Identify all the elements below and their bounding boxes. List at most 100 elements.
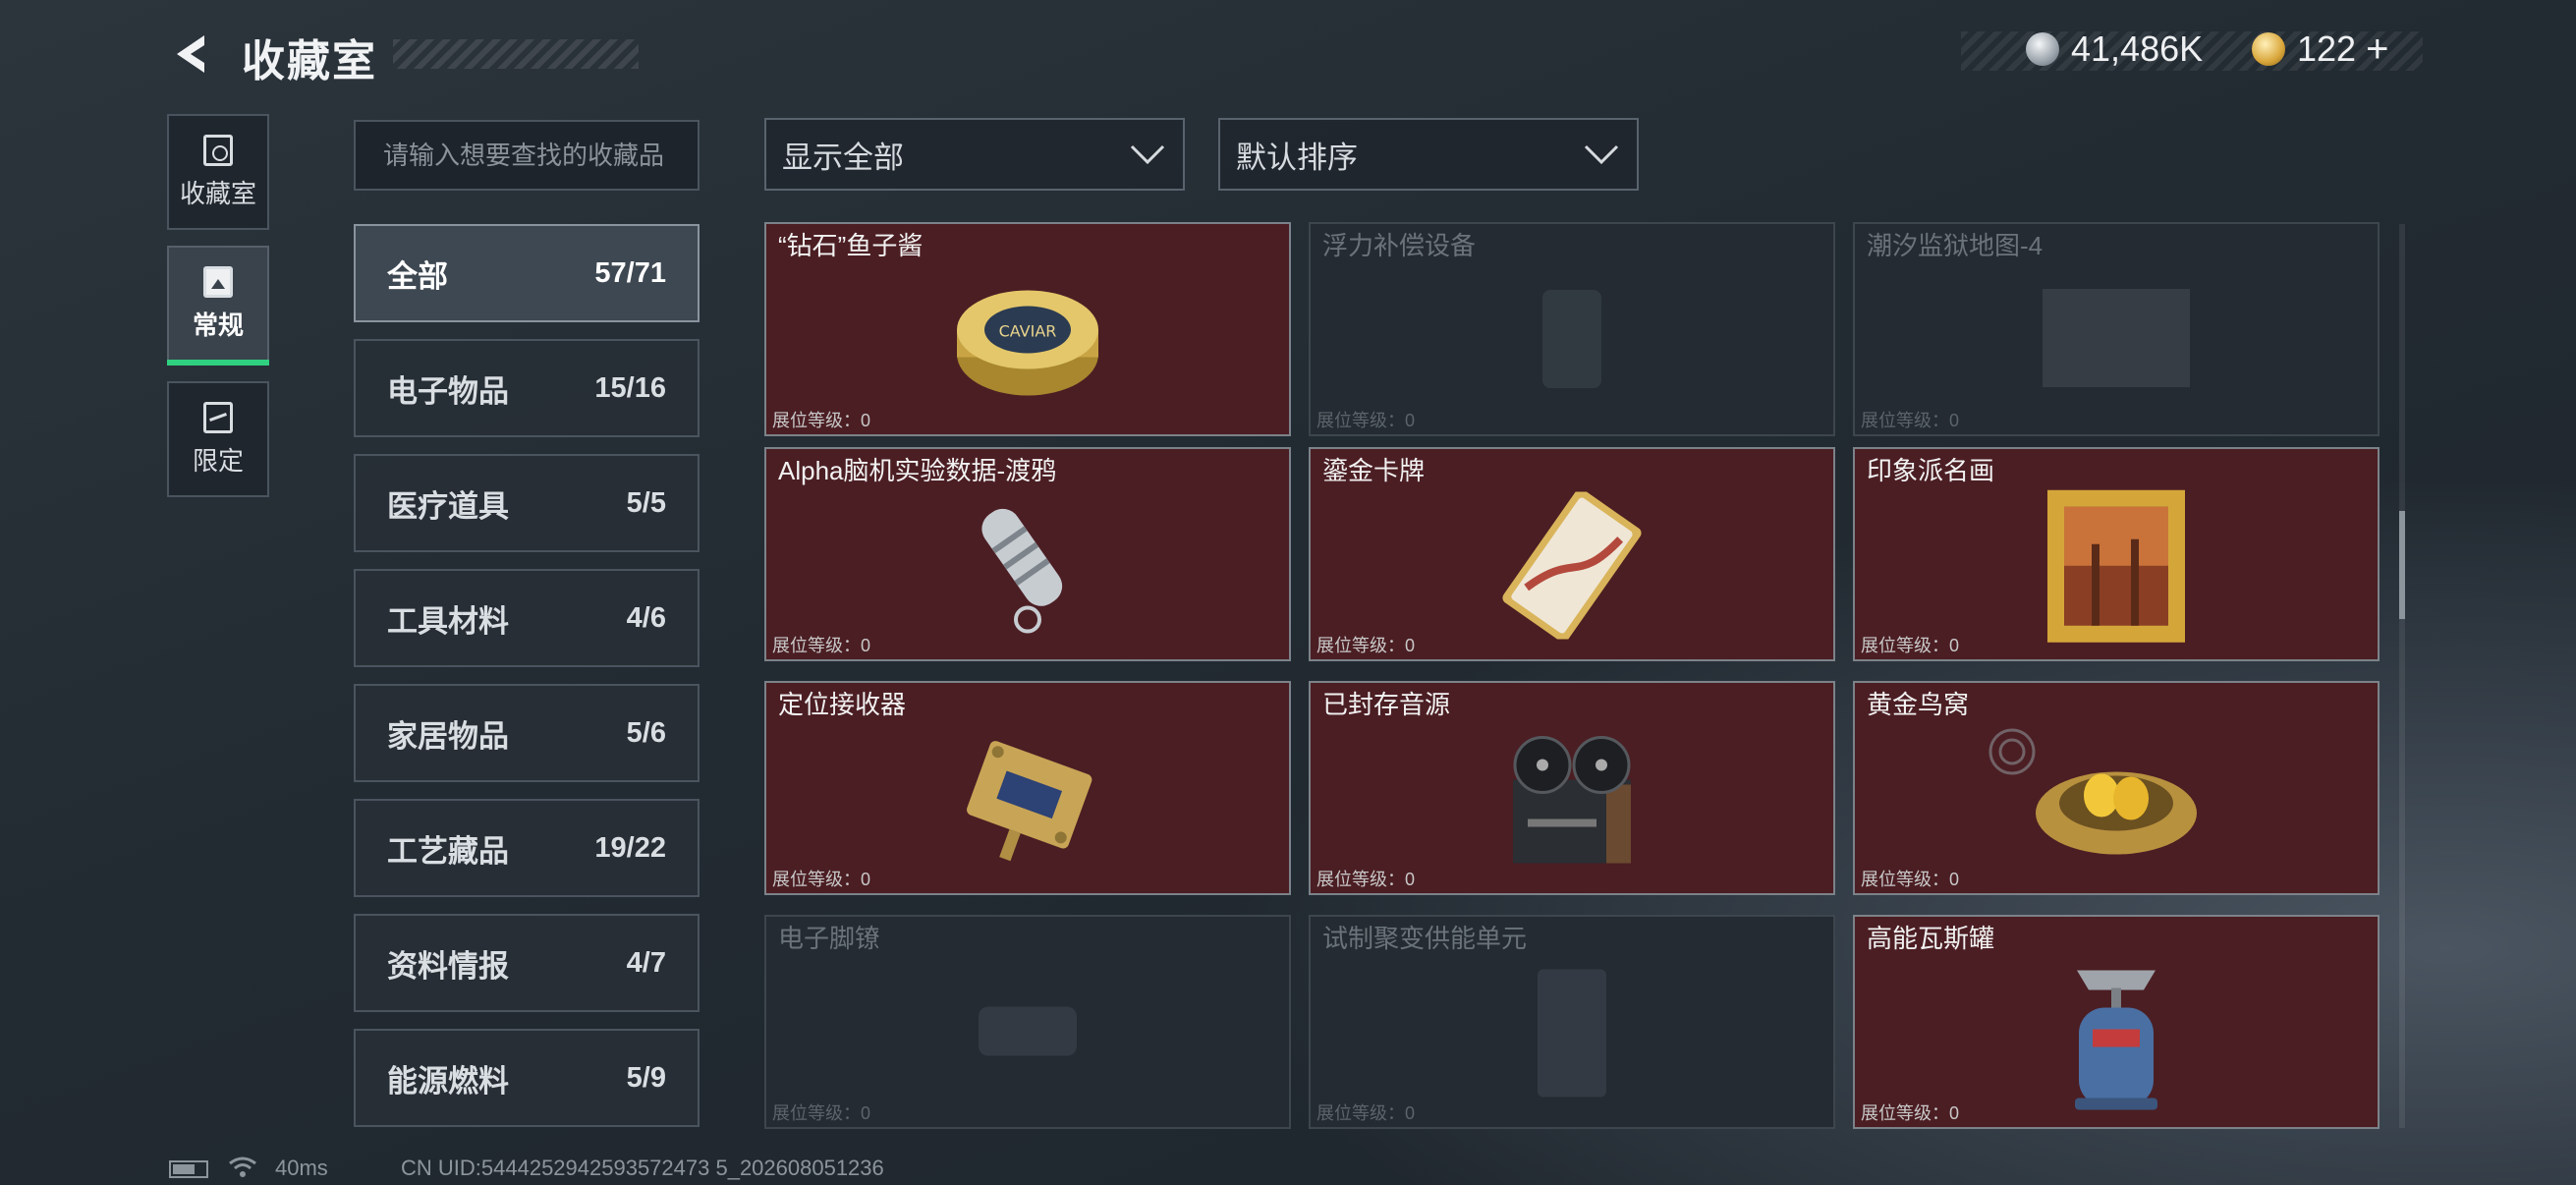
category-all[interactable]: 全部 57/71	[354, 224, 700, 322]
item-level: 展位等级：0	[772, 870, 871, 889]
ankle-monitor-icon	[979, 1006, 1077, 1056]
item-card-golden-nest[interactable]: 黄金鸟窝 展位等级：0	[1853, 681, 2380, 895]
search-box[interactable]	[354, 120, 700, 191]
category-name: 全部	[387, 258, 448, 294]
archive-icon	[203, 134, 233, 166]
locator-receiver-icon	[967, 741, 1092, 862]
item-level: 展位等级：0	[772, 411, 871, 430]
category-name: 电子物品	[387, 373, 509, 409]
silver-currency: 41,486K	[2026, 28, 2203, 71]
category-name: 医疗道具	[387, 488, 509, 524]
item-name: 定位接收器	[778, 690, 907, 719]
category-fuel[interactable]: 能源燃料 5/9	[354, 1029, 700, 1127]
show-filter-value: 显示全部	[782, 140, 904, 175]
item-card-electronic-shackle[interactable]: 电子脚镣 展位等级：0	[764, 915, 1291, 1129]
item-name: 浮力补偿设备	[1322, 231, 1477, 260]
wifi-icon	[229, 1157, 256, 1177]
item-card-impressionist-painting[interactable]: 印象派名画 展位等级：0	[1853, 447, 2380, 661]
item-card-gilded-card[interactable]: 鎏金卡牌 展位等级：0	[1309, 447, 1835, 661]
silver-coin-icon	[2026, 32, 2059, 66]
item-name: 高能瓦斯罐	[1867, 924, 1995, 953]
item-name: 电子脚镣	[778, 924, 881, 953]
side-tab-label: 收藏室	[179, 178, 256, 208]
ping-value: 40ms	[275, 1156, 328, 1180]
gold-amount: 122	[2297, 28, 2357, 69]
category-crafts[interactable]: 工艺藏品 19/22	[354, 799, 700, 897]
category-intel[interactable]: 资料情报 4/7	[354, 914, 700, 1012]
map-icon	[203, 401, 233, 433]
item-name: 潮汐监狱地图-4	[1867, 231, 2044, 260]
framed-painting-icon	[2047, 490, 2185, 644]
item-name: 已封存音源	[1322, 690, 1451, 719]
golden-nest-icon	[2036, 771, 2197, 855]
sort-value: 默认排序	[1236, 140, 1358, 175]
gilded-card-icon	[1502, 491, 1642, 640]
side-tab-limited[interactable]: 限定	[167, 381, 269, 497]
item-level: 展位等级：0	[1861, 636, 1960, 655]
category-household[interactable]: 家居物品 5/6	[354, 684, 700, 782]
category-name: 工艺藏品	[387, 833, 509, 869]
category-count: 4/6	[626, 601, 666, 634]
item-card-alpha-data[interactable]: Alpha脑机实验数据-渡鸦 展位等级：0	[764, 447, 1291, 661]
title-decoration	[393, 39, 639, 69]
back-arrow-icon[interactable]	[167, 29, 216, 79]
caviar-tin-icon: CAVIAR	[957, 290, 1098, 396]
chevron-down-icon	[1130, 144, 1165, 165]
tin-label: CAVIAR	[999, 322, 1057, 341]
gas-canister-icon	[2075, 970, 2157, 1110]
category-count: 57/71	[594, 256, 666, 289]
category-name: 资料情报	[387, 948, 509, 984]
item-level: 展位等级：0	[1316, 1103, 1416, 1123]
category-medical[interactable]: 医疗道具 5/5	[354, 454, 700, 552]
item-name: 印象派名画	[1867, 456, 1995, 485]
grid-scrollbar-track[interactable]	[2399, 224, 2405, 1128]
map-document-icon	[2043, 289, 2190, 388]
category-name: 家居物品	[387, 718, 509, 754]
user-uid: CN UID:5444252942593572473 5_20260805123…	[401, 1156, 884, 1180]
item-card-caviar[interactable]: “钻石”鱼子酱 CAVIAR 展位等级：0	[764, 222, 1291, 436]
gold-coin-icon	[2252, 32, 2285, 66]
category-electronics[interactable]: 电子物品 15/16	[354, 339, 700, 437]
add-currency-button[interactable]: +	[2366, 28, 2388, 72]
item-name: 试制聚变供能单元	[1322, 924, 1528, 953]
side-tab-label: 常规	[192, 310, 244, 340]
item-card-gas-canister[interactable]: 高能瓦斯罐 展位等级：0	[1853, 915, 2380, 1129]
item-name: 黄金鸟窝	[1867, 690, 1970, 719]
category-name: 能源燃料	[387, 1063, 509, 1099]
reel-recorder-icon	[1513, 736, 1631, 864]
item-card-buoyancy-device[interactable]: 浮力补偿设备 展位等级：0	[1309, 222, 1835, 436]
item-card-locator-receiver[interactable]: 定位接收器 展位等级：0	[764, 681, 1291, 895]
item-name: “钻石”鱼子酱	[778, 231, 924, 260]
search-input[interactable]	[381, 140, 680, 172]
chevron-down-icon	[1584, 144, 1619, 165]
grid-scrollbar-thumb[interactable]	[2399, 511, 2405, 619]
side-tab-collection-room[interactable]: 收藏室	[167, 114, 269, 230]
show-filter-dropdown[interactable]: 显示全部	[764, 118, 1185, 191]
item-card-tide-prison-map[interactable]: 潮汐监狱地图-4 展位等级：0	[1853, 222, 2380, 436]
buoyancy-device-icon	[1542, 290, 1601, 389]
item-level: 展位等级：0	[1316, 870, 1416, 889]
category-count: 4/7	[626, 946, 666, 979]
side-tab-label: 限定	[192, 445, 244, 476]
item-card-fusion-cell[interactable]: 试制聚变供能单元 展位等级：0	[1309, 915, 1835, 1129]
category-count: 5/5	[626, 486, 666, 519]
side-tab-regular[interactable]: 常规	[167, 246, 269, 366]
item-level: 展位等级：0	[772, 1103, 871, 1123]
category-tools[interactable]: 工具材料 4/6	[354, 569, 700, 667]
battery-icon	[169, 1156, 208, 1181]
poster-icon	[203, 265, 233, 298]
item-level: 展位等级：0	[772, 636, 871, 655]
category-name: 工具材料	[387, 603, 509, 639]
category-count: 19/22	[594, 831, 666, 864]
silver-amount: 41,486K	[2071, 28, 2204, 69]
sort-dropdown[interactable]: 默认排序	[1218, 118, 1639, 191]
fusion-cell-icon	[1538, 969, 1606, 1098]
item-card-sealed-audio[interactable]: 已封存音源 展位等级：0	[1309, 681, 1835, 895]
item-level: 展位等级：0	[1861, 870, 1960, 889]
category-count: 5/6	[626, 716, 666, 749]
category-count: 15/16	[594, 371, 666, 404]
data-capsule-icon	[981, 509, 1063, 634]
item-name: 鎏金卡牌	[1322, 456, 1426, 485]
item-name: Alpha脑机实验数据-渡鸦	[778, 456, 1057, 485]
item-level: 展位等级：0	[1861, 1103, 1960, 1123]
